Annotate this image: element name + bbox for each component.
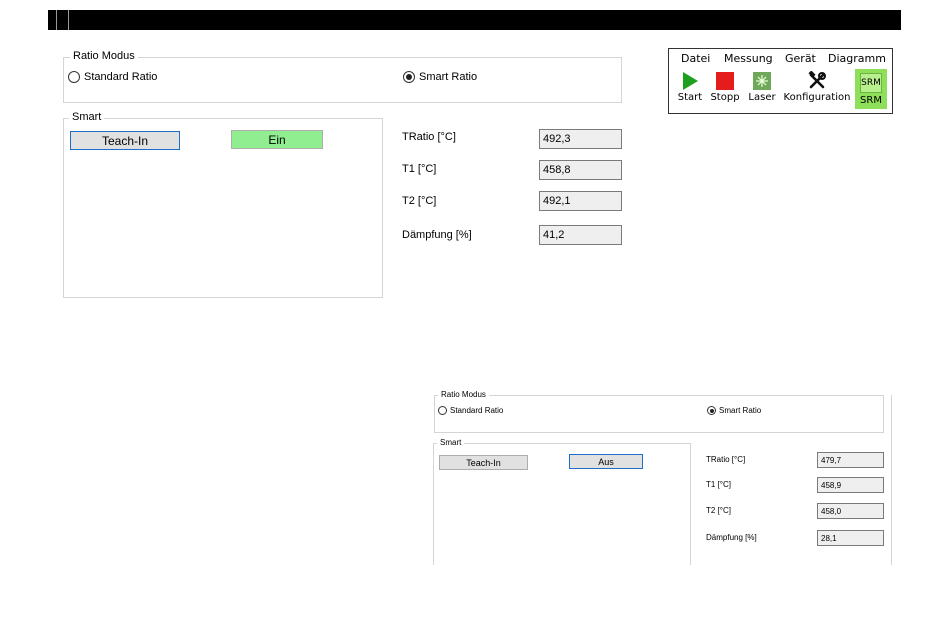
stop-label: Stopp [710,92,740,103]
laser-button[interactable]: Laser [747,71,777,103]
top-bar-divider [56,10,57,30]
t2-field[interactable]: 492,1 [539,191,622,211]
small-panel-edge [891,395,892,565]
menu-diagramm[interactable]: Diagramm [828,52,886,65]
ratio-mode-group-label-small: Ratio Modus [438,390,489,399]
daempfung-label-small: Dämpfung [%] [706,533,757,542]
konfiguration-button[interactable]: Konfiguration [783,70,851,103]
radio-smart-ratio[interactable]: Smart Ratio [403,70,477,84]
smart-group-label-small: Smart [437,438,465,447]
radio-standard-ratio-label: Standard Ratio [84,71,158,83]
radio-circle-selected[interactable] [403,71,415,83]
teach-in-button-small[interactable]: Teach-In [439,455,528,470]
tools-icon [808,70,826,89]
t2-label-small: T2 [°C] [706,506,731,515]
t1-field-small[interactable]: 458,9 [817,477,884,493]
srm-button[interactable]: SRM SRM [855,69,887,109]
toggle-aus-button[interactable]: Aus [569,454,643,469]
daempfung-label: Dämpfung [%] [402,229,472,241]
radio-standard-ratio[interactable]: Standard Ratio [68,70,157,84]
toggle-ein-button[interactable]: Ein [231,130,323,149]
tratio-field[interactable]: 492,3 [539,129,622,149]
daempfung-field[interactable]: 41,2 [539,225,622,245]
stop-icon [716,72,734,90]
teach-in-button[interactable]: Teach-In [70,131,180,150]
radio-circle[interactable] [68,71,80,83]
konfiguration-label: Konfiguration [783,92,851,103]
radio-circle[interactable] [438,406,447,415]
ratio-mode-group-label: Ratio Modus [70,50,138,62]
top-bar-divider [68,10,69,30]
laser-icon [753,72,771,90]
radio-smart-ratio-label: Smart Ratio [419,71,478,83]
t1-label: T1 [°C] [402,163,437,175]
start-icon [683,72,698,90]
stop-button[interactable]: Stopp [709,71,741,103]
tratio-field-small[interactable]: 479,7 [817,452,884,468]
radio-smart-ratio-small[interactable]: Smart Ratio [707,405,761,416]
start-button[interactable]: Start [677,71,703,103]
radio-standard-ratio-label-small: Standard Ratio [450,406,504,415]
t1-field[interactable]: 458,8 [539,160,622,180]
srm-label: SRM [860,95,882,106]
radio-standard-ratio-small[interactable]: Standard Ratio [438,405,503,416]
laser-label: Laser [748,92,776,103]
menu-datei[interactable]: Datei [681,52,710,65]
t2-field-small[interactable]: 458,0 [817,503,884,519]
top-bar [48,10,901,30]
srm-icon: SRM [860,73,882,93]
start-label: Start [677,92,703,103]
menu-messung[interactable]: Messung [724,52,773,65]
toolbar-panel: Datei Messung Gerät Diagramm Start Stopp… [668,48,893,114]
t1-label-small: T1 [°C] [706,480,731,489]
t2-label: T2 [°C] [402,195,437,207]
radio-smart-ratio-label-small: Smart Ratio [719,406,762,415]
smart-group-label: Smart [69,111,105,123]
tratio-label: TRatio [°C] [402,131,456,143]
daempfung-field-small[interactable]: 28,1 [817,530,884,546]
tratio-label-small: TRatio [°C] [706,455,746,464]
radio-circle-selected[interactable] [707,406,716,415]
menu-geraet[interactable]: Gerät [785,52,816,65]
